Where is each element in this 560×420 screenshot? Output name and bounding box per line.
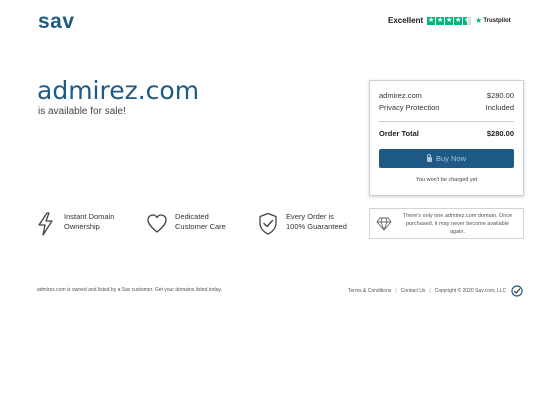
- feature-line: Dedicated: [175, 212, 209, 221]
- footer-ownership-text: admirez.com is owned and listed by a Sav…: [37, 287, 222, 293]
- uniqueness-notice: There's only one admirez.com domain. Onc…: [369, 208, 524, 239]
- copyright-text: Copyright © 2020 Sav.com, LLC: [434, 288, 507, 294]
- notice-line: purchased, it may never become available…: [405, 220, 510, 235]
- trustpilot-brand: ★ Trustpilot: [475, 16, 511, 25]
- trustpilot-stars: ★ ★ ★ ★ ★: [427, 16, 472, 25]
- availability-tagline: is available for sale!: [38, 106, 126, 117]
- feature-line: Ownership: [64, 222, 100, 231]
- footer-links: Terms & Conditions | Contact Us | Copyri…: [348, 288, 506, 294]
- trustpilot-star-icon: ★: [475, 16, 483, 25]
- secure-badge-icon[interactable]: [511, 285, 523, 297]
- lock-icon: [426, 154, 432, 162]
- sav-logo[interactable]: sav: [38, 10, 75, 34]
- order-total-value: $280.00: [486, 129, 514, 138]
- feature-line: Instant Domain: [64, 212, 115, 221]
- order-divider: [379, 121, 514, 122]
- order-line-value: $280.00: [486, 91, 514, 100]
- star-icon: ★: [454, 16, 463, 25]
- half-star-icon: ★: [463, 16, 472, 25]
- notice-line: There's only one admirez.com domain. Onc…: [402, 212, 513, 219]
- feature-guarantee: Every Order is 100% Guaranteed: [258, 212, 347, 236]
- contact-link[interactable]: Contact Us: [401, 288, 426, 294]
- lightning-icon: [38, 212, 53, 236]
- footer-separator: |: [395, 288, 397, 294]
- feature-line: Every Order is: [286, 212, 334, 221]
- order-line-privacy: Privacy Protection Included: [379, 102, 514, 114]
- trustpilot-rating-label: Excellent: [388, 16, 424, 25]
- order-line-value: Included: [485, 103, 514, 112]
- star-icon: ★: [445, 16, 454, 25]
- order-line-domain: admirez.com $280.00: [379, 90, 514, 102]
- feature-customer-care: Dedicated Customer Care: [147, 212, 226, 236]
- order-line-label: Privacy Protection: [379, 103, 440, 112]
- diamond-icon: [376, 217, 392, 230]
- terms-link[interactable]: Terms & Conditions: [348, 288, 391, 294]
- order-total-row: Order Total $280.00: [379, 128, 514, 140]
- feature-line: 100% Guaranteed: [286, 222, 347, 231]
- order-summary-card: admirez.com $280.00 Privacy Protection I…: [369, 80, 524, 196]
- buy-now-label: Buy Now: [435, 154, 466, 163]
- trustpilot-widget[interactable]: Excellent ★ ★ ★ ★ ★ ★ Trustpilot: [388, 16, 511, 25]
- buy-now-button[interactable]: Buy Now: [379, 149, 514, 168]
- trustpilot-brand-label: Trustpilot: [483, 17, 511, 24]
- star-icon: ★: [436, 16, 445, 25]
- heart-icon: [147, 214, 167, 233]
- star-icon: ★: [427, 16, 436, 25]
- domain-title: admirez.com: [37, 76, 200, 105]
- order-total-label: Order Total: [379, 129, 419, 138]
- feature-line: Customer Care: [175, 222, 226, 231]
- order-line-label: admirez.com: [379, 91, 422, 100]
- feature-instant-ownership: Instant Domain Ownership: [36, 212, 114, 236]
- footer-separator: |: [429, 288, 431, 294]
- charge-note: You won't be charged yet: [415, 177, 478, 183]
- shield-check-icon: [259, 212, 277, 235]
